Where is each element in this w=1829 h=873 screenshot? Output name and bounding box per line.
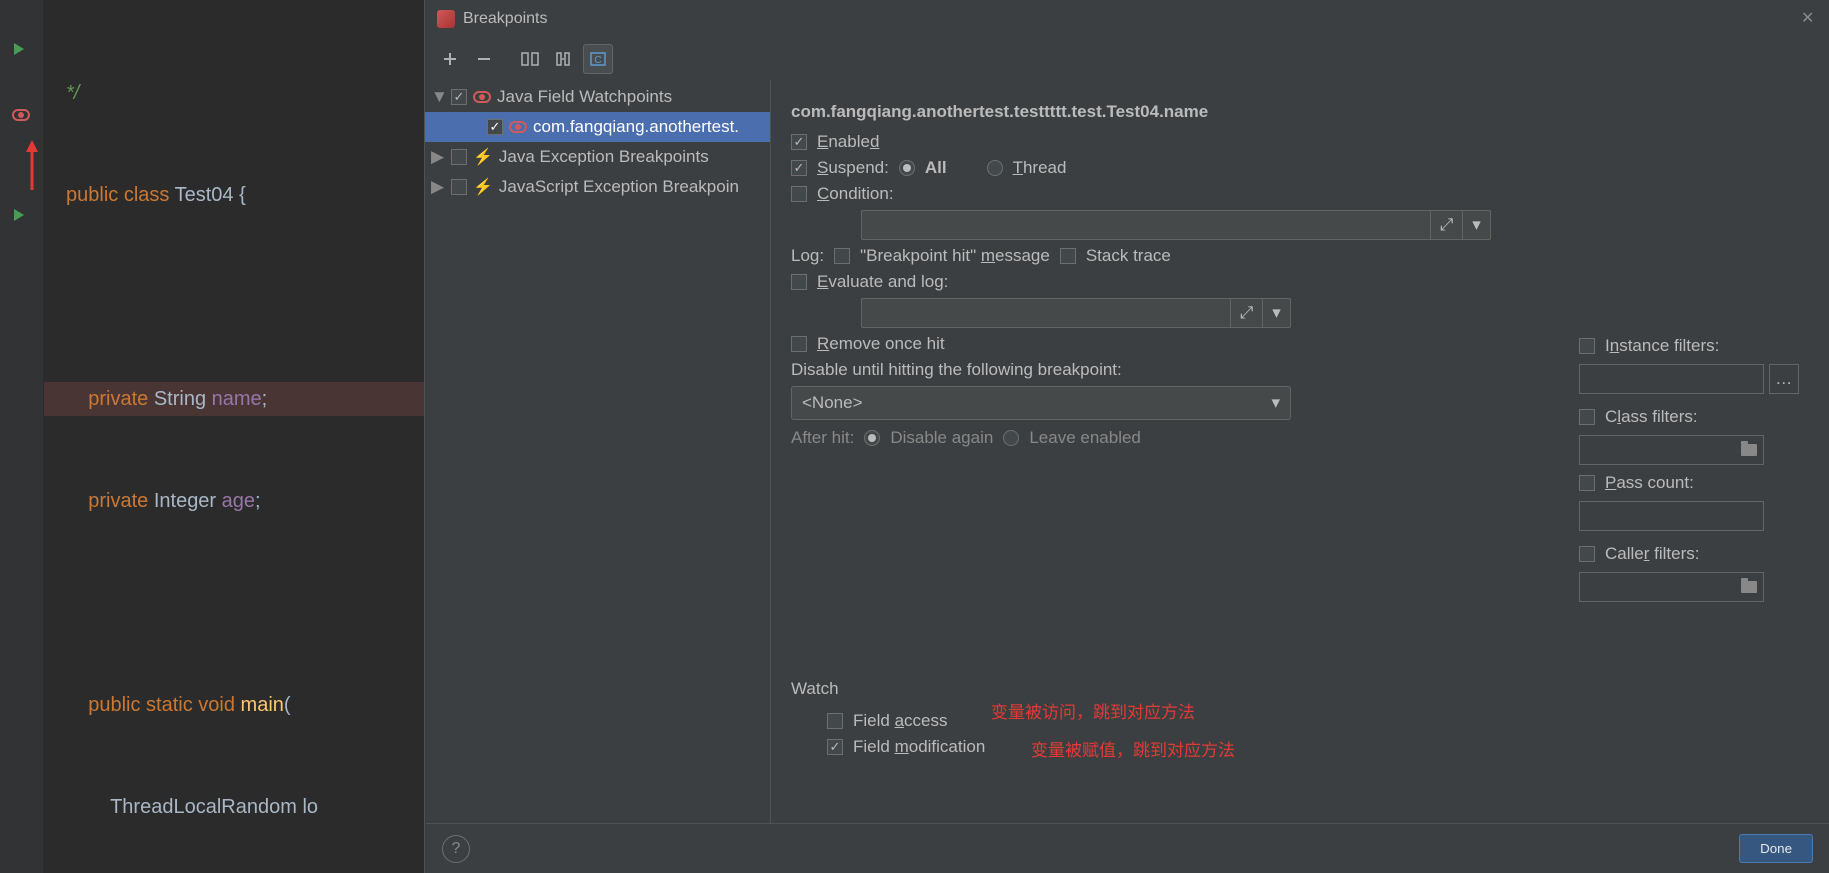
log-stacktrace-checkbox[interactable] [1060, 248, 1076, 264]
breakpoints-dialog: Breakpoints ✕ C ▼ Java Field Watchpoints [424, 0, 1829, 873]
tree-node-selected[interactable]: com.fangqiang.anothertest. [425, 112, 770, 142]
leave-enabled-radio[interactable] [1003, 430, 1019, 446]
add-breakpoint-button[interactable] [435, 44, 465, 74]
checkbox[interactable] [487, 119, 503, 135]
annotation-arrow [20, 140, 44, 200]
remove-once-checkbox[interactable] [791, 336, 807, 352]
group-by-class-button[interactable]: C [583, 44, 613, 74]
breakpoint-details: com.fangqiang.anothertest.testtttt.test.… [771, 80, 1829, 873]
pass-count-checkbox[interactable] [1579, 475, 1595, 491]
tree-node-java-exception[interactable]: ▶ ⚡ Java Exception Breakpoints [425, 142, 770, 172]
chevron-down-icon: ▾ [1271, 393, 1280, 413]
pass-count-input[interactable] [1579, 501, 1764, 531]
expand-icon[interactable]: ⤢ [1230, 299, 1262, 327]
caller-filters-input[interactable] [1579, 572, 1764, 602]
class-filters-input[interactable] [1579, 435, 1764, 465]
condition-checkbox[interactable] [791, 186, 807, 202]
help-button[interactable]: ? [442, 835, 470, 863]
checkbox[interactable] [451, 179, 467, 195]
remove-breakpoint-button[interactable] [469, 44, 499, 74]
annotation-modification: 变量被赋值，跳到对应方法 [1031, 736, 1235, 761]
dialog-titlebar: Breakpoints ✕ [425, 0, 1829, 38]
enabled-checkbox[interactable] [791, 134, 807, 150]
evaluate-log-checkbox[interactable] [791, 274, 807, 290]
suspend-thread-radio[interactable] [987, 160, 1003, 176]
class-filters-checkbox[interactable] [1579, 409, 1595, 425]
log-message-checkbox[interactable] [834, 248, 850, 264]
code-text: */ [66, 82, 79, 104]
breakpoint-title: com.fangqiang.anothertest.testtttt.test.… [791, 90, 1809, 122]
field-modification-checkbox[interactable] [827, 739, 843, 755]
checkbox[interactable] [451, 89, 467, 105]
disable-again-radio[interactable] [864, 430, 880, 446]
app-icon [437, 10, 455, 28]
dialog-footer: ? Done [426, 823, 1829, 873]
chevron-down-icon[interactable]: ▾ [1462, 211, 1490, 239]
bolt-icon: ⚡ [473, 147, 493, 167]
eye-icon [473, 91, 491, 103]
expand-icon[interactable]: ⤢ [1430, 211, 1462, 239]
watchpoint-icon[interactable] [12, 108, 28, 124]
bolt-icon: ⚡ [473, 177, 493, 197]
group-by-file-button[interactable] [549, 44, 579, 74]
instance-filters-input[interactable] [1579, 364, 1764, 394]
chevron-down-icon[interactable]: ▾ [1262, 299, 1290, 327]
dialog-title-text: Breakpoints [463, 10, 548, 28]
evaluate-input[interactable]: ⤢▾ [861, 298, 1291, 328]
folder-icon[interactable] [1741, 581, 1757, 593]
more-button[interactable]: … [1769, 364, 1799, 394]
tree-node-js-exception[interactable]: ▶ ⚡ JavaScript Exception Breakpoin [425, 172, 770, 202]
code-editor[interactable]: */ public class Test04 { private String … [44, 0, 424, 873]
checkbox[interactable] [451, 149, 467, 165]
caller-filters-checkbox[interactable] [1579, 546, 1595, 562]
folder-icon[interactable] [1741, 444, 1757, 456]
svg-text:C: C [594, 55, 601, 66]
watch-label: Watch [791, 679, 985, 699]
run-icon[interactable] [12, 42, 28, 58]
disable-until-select[interactable]: <None>▾ [791, 386, 1291, 420]
after-hit-label: After hit: [791, 428, 854, 448]
instance-filters-checkbox[interactable] [1579, 338, 1595, 354]
log-label: Log: [791, 246, 824, 266]
group-by-package-button[interactable] [515, 44, 545, 74]
breakpoint-tree[interactable]: ▼ Java Field Watchpoints com.fangqiang.a… [425, 80, 771, 873]
field-access-checkbox[interactable] [827, 713, 843, 729]
close-icon[interactable]: ✕ [1801, 8, 1819, 26]
done-button[interactable]: Done [1739, 834, 1813, 863]
run-icon[interactable] [12, 208, 28, 224]
suspend-checkbox[interactable] [791, 160, 807, 176]
dialog-toolbar: C [425, 38, 1829, 80]
condition-input[interactable]: ⤢▾ [861, 210, 1491, 240]
tree-node-watchpoints[interactable]: ▼ Java Field Watchpoints [425, 82, 770, 112]
editor-gutter[interactable] [0, 0, 44, 873]
suspend-all-radio[interactable] [899, 160, 915, 176]
eye-icon [509, 121, 527, 133]
annotation-access: 变量被访问，跳到对应方法 [991, 698, 1195, 723]
